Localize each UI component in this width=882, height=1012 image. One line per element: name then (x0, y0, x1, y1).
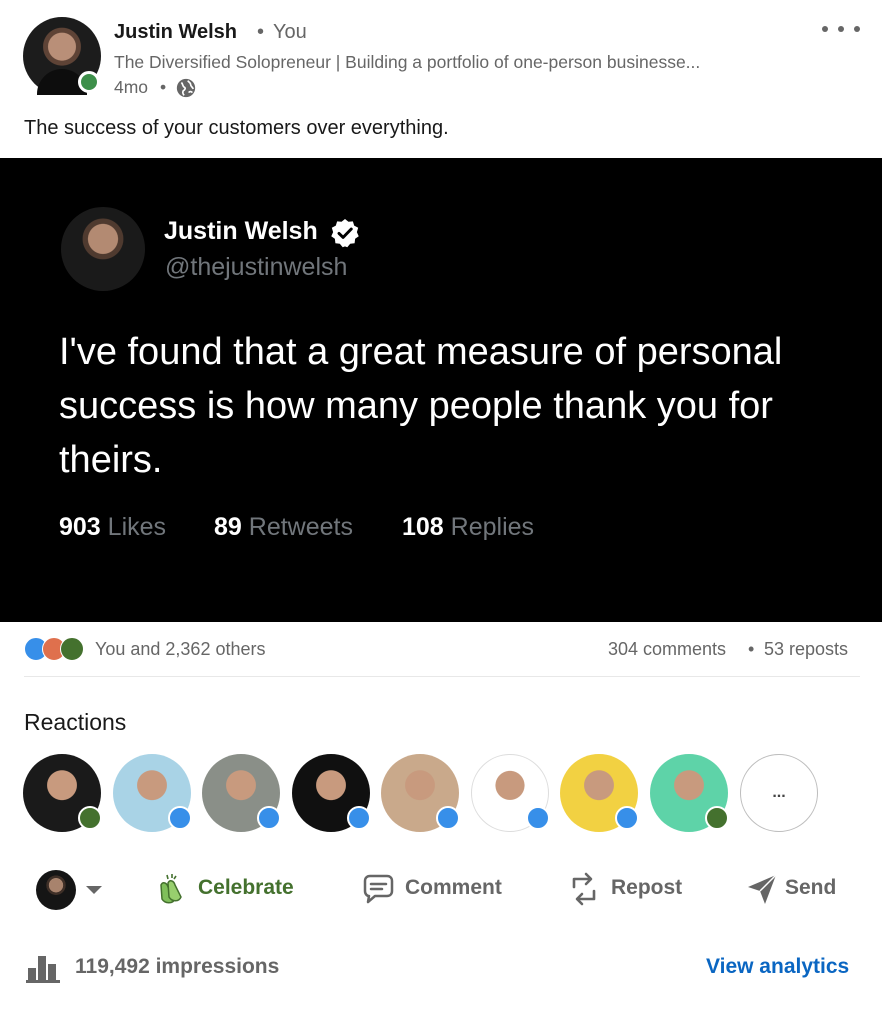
divider (24, 676, 860, 677)
author-relation: You (273, 21, 307, 43)
celebrate-button[interactable]: Celebrate (198, 876, 294, 900)
impressions-count: 119,492 impressions (75, 955, 280, 978)
comment-icon[interactable] (360, 871, 396, 907)
chevron-down-icon[interactable] (86, 886, 102, 894)
like-icon (257, 806, 281, 830)
author-name[interactable]: Justin Welsh (114, 21, 237, 44)
tweet-avatar (61, 207, 145, 291)
like-icon (615, 806, 639, 830)
like-icon (436, 806, 460, 830)
post-text: The success of your customers over every… (24, 117, 449, 139)
reactions-count[interactable]: You and 2,362 others (95, 639, 265, 660)
reposts-count[interactable]: 53 reposts (764, 639, 848, 660)
more-options-button[interactable] (822, 18, 860, 40)
like-icon (525, 806, 550, 830)
comment-button[interactable]: Comment (405, 876, 502, 900)
repost-icon[interactable] (566, 871, 602, 907)
repost-button[interactable]: Repost (611, 876, 682, 900)
post-age: 4mo (114, 77, 149, 97)
analytics-bar-icon (26, 956, 60, 983)
reactions-title: Reactions (24, 709, 127, 735)
actor-avatar[interactable] (36, 870, 76, 910)
separator-dot: • (748, 639, 755, 659)
celebrate-icon (704, 806, 729, 830)
globe-icon (176, 78, 196, 98)
celebrate-icon (78, 806, 102, 830)
tweet-body: I've found that a great measure of perso… (59, 331, 783, 481)
tweet-replies-stat: 108 Replies (402, 513, 535, 541)
send-icon[interactable] (744, 871, 780, 907)
like-icon (167, 806, 192, 830)
more-reactions-button[interactable]: ... (740, 754, 818, 832)
separator-dot: • (257, 21, 265, 43)
send-button[interactable]: Send (785, 876, 836, 900)
tweet-author-name: Justin Welsh (164, 217, 318, 245)
celebrate-icon[interactable] (153, 871, 189, 907)
view-analytics-link[interactable]: View analytics (706, 955, 849, 979)
separator-dot: • (160, 77, 167, 97)
tweet-handle: @thejustinwelsh (165, 253, 348, 281)
author-headline: The Diversified Solopreneur | Building a… (114, 52, 701, 72)
reaction-summary-icons[interactable] (24, 637, 90, 661)
tweet-retweets-stat: 89 Retweets (214, 513, 353, 541)
verified-icon (331, 219, 359, 248)
tweet-likes-stat: 903 Likes (59, 513, 167, 541)
like-icon (346, 806, 371, 830)
celebrate-icon (60, 637, 84, 661)
comments-count[interactable]: 304 comments (608, 639, 726, 660)
online-status-icon (78, 71, 100, 93)
